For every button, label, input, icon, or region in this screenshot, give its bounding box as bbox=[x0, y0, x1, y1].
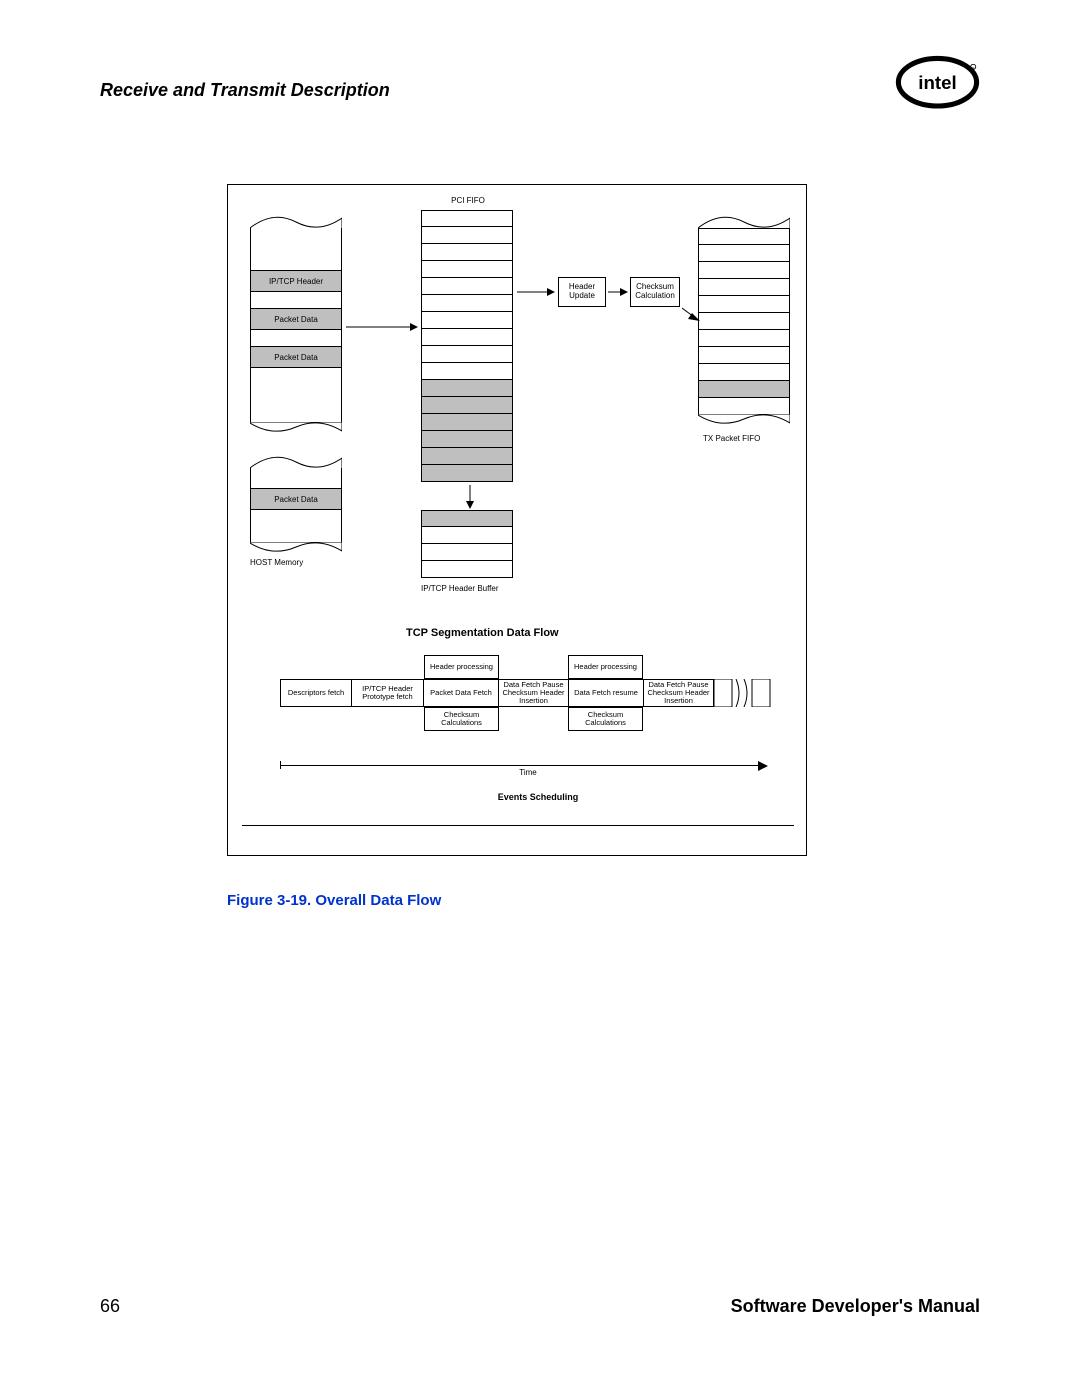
tcp-seg-title: TCP Segmentation Data Flow bbox=[406, 627, 559, 639]
svg-text:R: R bbox=[972, 66, 975, 70]
cell-packet-data-2: Packet Data bbox=[251, 346, 341, 368]
timeline-top: Header processing bbox=[424, 655, 499, 679]
figure-caption: Figure 3-19. Overall Data Flow bbox=[227, 892, 441, 909]
svg-text:intel: intel bbox=[918, 72, 956, 93]
footer-title: Software Developer's Manual bbox=[731, 1296, 980, 1317]
time-axis bbox=[280, 765, 760, 766]
timeline-mid: Descriptors fetch IP/TCP Header Prototyp… bbox=[280, 679, 714, 707]
timeline-continuation bbox=[714, 679, 774, 707]
pci-fifo-stack bbox=[421, 210, 513, 482]
label-pci-fifo: PCI FIFO bbox=[438, 197, 498, 206]
arrow-checksum-to-tx bbox=[682, 305, 702, 325]
header-buffer-stack bbox=[421, 510, 513, 578]
cell-ip-tcp-header: IP/TCP Header bbox=[251, 270, 341, 292]
box-header-update: Header Update bbox=[558, 277, 606, 307]
label-header-buffer: IP/TCP Header Buffer bbox=[421, 585, 531, 594]
box-checksum-calc: Checksum Calculation bbox=[630, 277, 680, 307]
timeline-bot: Checksum Calculations bbox=[424, 707, 499, 731]
timeline-top-2: Header processing bbox=[568, 655, 643, 679]
time-axis-tick bbox=[280, 761, 281, 769]
cell-packet-data-3: Packet Data bbox=[251, 488, 341, 510]
label-host-memory: HOST Memory bbox=[250, 559, 342, 568]
intel-logo: intel R bbox=[895, 55, 980, 110]
label-time: Time bbox=[508, 769, 548, 778]
section-title: Receive and Transmit Description bbox=[100, 80, 390, 101]
label-tx-fifo: TX Packet FIFO bbox=[703, 435, 795, 444]
cell-packet-data-1: Packet Data bbox=[251, 308, 341, 330]
arrow-fifo-to-header bbox=[517, 285, 555, 299]
inner-divider bbox=[242, 825, 794, 826]
arrow-host-to-fifo bbox=[346, 317, 418, 337]
arrow-header-to-checksum bbox=[608, 285, 628, 299]
arrow-fifo-down bbox=[464, 485, 476, 509]
page-number: 66 bbox=[100, 1296, 120, 1317]
figure-frame: PCI FIFO IP/TCP Header Packet Data Packe… bbox=[227, 184, 807, 856]
timeline-bot-2: Checksum Calculations bbox=[568, 707, 643, 731]
tx-fifo-block bbox=[698, 215, 790, 402]
events-scheduling-title: Events Scheduling bbox=[478, 793, 598, 803]
